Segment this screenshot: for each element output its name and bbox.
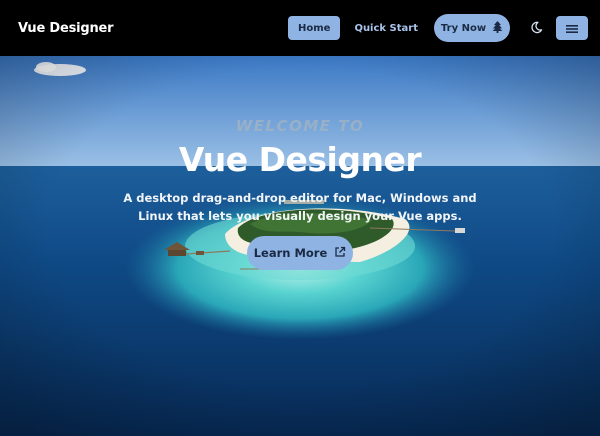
- top-navbar: Vue Designer Home Quick Start Try Now: [0, 0, 600, 56]
- try-now-label: Try Now: [440, 22, 487, 34]
- theme-toggle-button[interactable]: [524, 16, 548, 40]
- hero-content: WELCOME TO Vue Designer A desktop drag-a…: [0, 56, 600, 436]
- home-button-label: Home: [297, 22, 331, 34]
- welcome-eyebrow: WELCOME TO: [235, 117, 365, 135]
- brand-logo-text[interactable]: Vue Designer: [18, 21, 114, 36]
- hero-section: WELCOME TO Vue Designer A desktop drag-a…: [0, 56, 600, 436]
- home-button[interactable]: Home: [287, 16, 341, 40]
- hero-subtitle: A desktop drag-and-drop editor for Mac, …: [123, 191, 477, 223]
- try-now-button[interactable]: Try Now: [434, 14, 510, 42]
- hamburger-menu-icon: [566, 19, 578, 38]
- menu-button[interactable]: [556, 16, 588, 40]
- moon-icon: [530, 19, 543, 38]
- tree-icon: [492, 20, 503, 36]
- quick-start-link[interactable]: Quick Start: [354, 23, 418, 34]
- hero-title: Vue Designer: [178, 140, 422, 179]
- external-link-icon: [334, 246, 346, 261]
- learn-more-button[interactable]: Learn More: [247, 236, 353, 270]
- learn-more-label: Learn More: [253, 246, 328, 260]
- nav-actions: Home Quick Start Try Now: [287, 14, 588, 42]
